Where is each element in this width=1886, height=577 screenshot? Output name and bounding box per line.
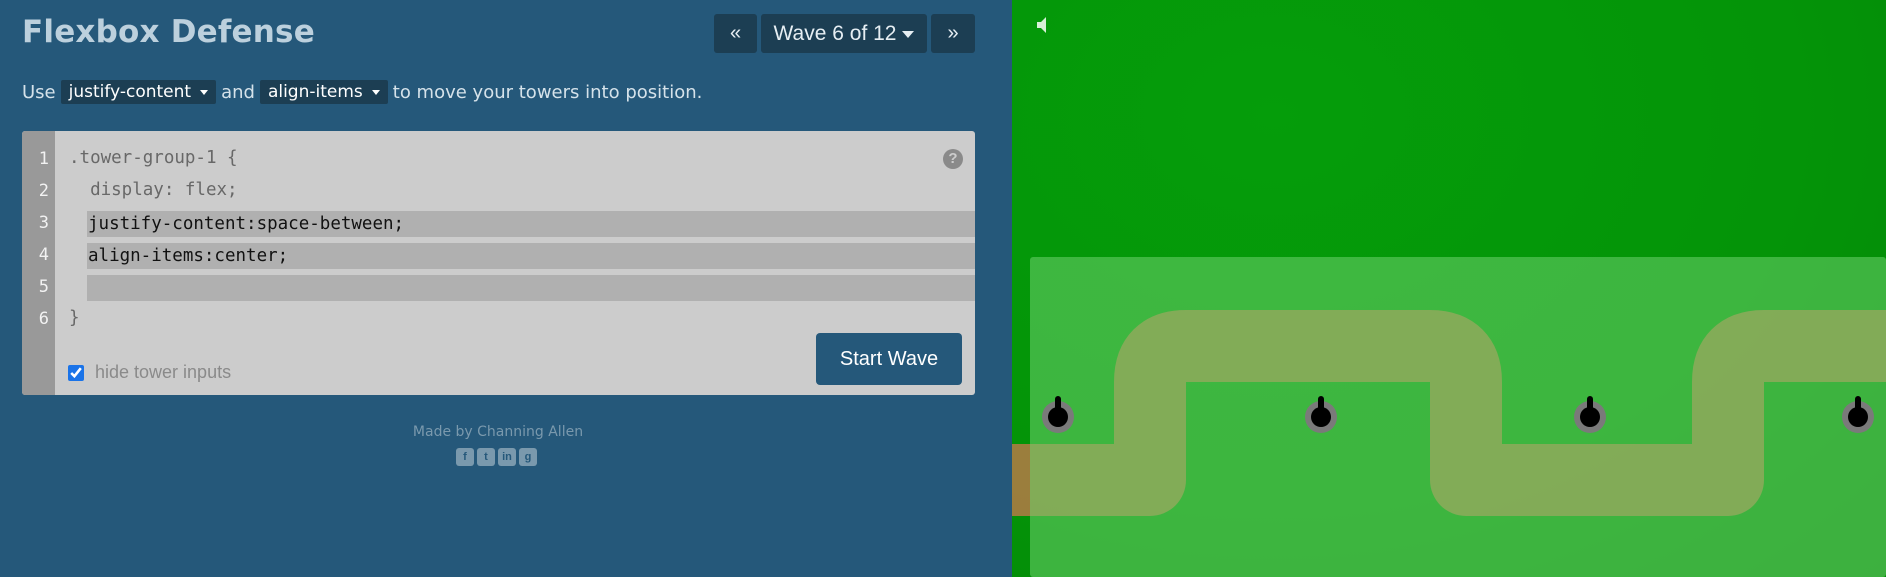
credit-text: Made by Channing Allen — [412, 424, 584, 440]
tower-barrel — [1855, 396, 1861, 412]
tower-group-zone — [1030, 257, 1886, 577]
caret-down-icon — [200, 89, 209, 95]
code-line-selector: .tower-group-1 { — [69, 148, 238, 168]
line-number: 1 — [38, 149, 49, 169]
tower[interactable] — [1305, 396, 1337, 433]
hide-tower-inputs-label: hide tower inputs — [95, 362, 232, 382]
instructions-conjunction: and — [221, 81, 255, 103]
twitter-icon[interactable]: t — [477, 448, 495, 466]
align-items-label: align-items — [267, 82, 363, 102]
line-number: 5 — [38, 277, 49, 297]
github-icon[interactable]: g — [519, 448, 537, 466]
line-number: 4 — [38, 245, 49, 265]
justify-content-label: justify-content — [68, 82, 192, 102]
code-line-display: display: flex; — [69, 180, 238, 200]
start-wave-button[interactable]: Start Wave — [816, 333, 962, 385]
align-items-dropdown[interactable]: align-items — [259, 80, 388, 104]
tower[interactable] — [1842, 396, 1874, 433]
tower[interactable] — [1574, 396, 1606, 433]
help-icon[interactable]: ? — [943, 149, 963, 169]
tower[interactable] — [1042, 396, 1074, 433]
css-input-1[interactable] — [87, 211, 975, 237]
page-title: Flexbox Defense — [22, 14, 315, 50]
hide-tower-inputs-row: hide tower inputs — [68, 362, 231, 383]
instructions: Use justify-content and align-items to m… — [22, 80, 702, 104]
code-line-close: } — [69, 308, 80, 328]
facebook-icon[interactable]: f — [456, 448, 474, 466]
instructions-suffix: to move your towers into position. — [392, 81, 703, 103]
tower-barrel — [1318, 396, 1324, 412]
line-number: 3 — [38, 213, 49, 233]
prev-wave-button[interactable]: « — [714, 14, 757, 53]
game-board — [1012, 0, 1886, 577]
instructions-prefix: Use — [22, 81, 56, 103]
caret-down-icon — [902, 31, 915, 38]
next-wave-button[interactable]: » — [931, 14, 975, 53]
justify-content-dropdown[interactable]: justify-content — [60, 80, 217, 104]
linkedin-icon[interactable]: in — [498, 448, 516, 466]
caret-down-icon — [371, 89, 380, 95]
hide-tower-inputs-checkbox[interactable] — [68, 364, 84, 381]
line-number: 6 — [38, 309, 49, 329]
tower-barrel — [1587, 396, 1593, 412]
css-editor: 1 2 3 4 5 6 .tower-group-1 { display: fl… — [22, 131, 975, 395]
tower-barrel — [1055, 396, 1061, 412]
css-input-3[interactable] — [87, 275, 975, 301]
line-number: 2 — [38, 181, 49, 201]
wave-selector[interactable]: Wave 6 of 12 — [761, 14, 927, 53]
wave-label: Wave 6 of 12 — [773, 21, 897, 45]
css-input-2[interactable] — [87, 243, 975, 269]
line-number-gutter: 1 2 3 4 5 6 — [22, 131, 55, 395]
left-panel: Flexbox Defense « Wave 6 of 12 » Use jus… — [0, 0, 1012, 577]
social-links: f t in g — [456, 448, 537, 466]
